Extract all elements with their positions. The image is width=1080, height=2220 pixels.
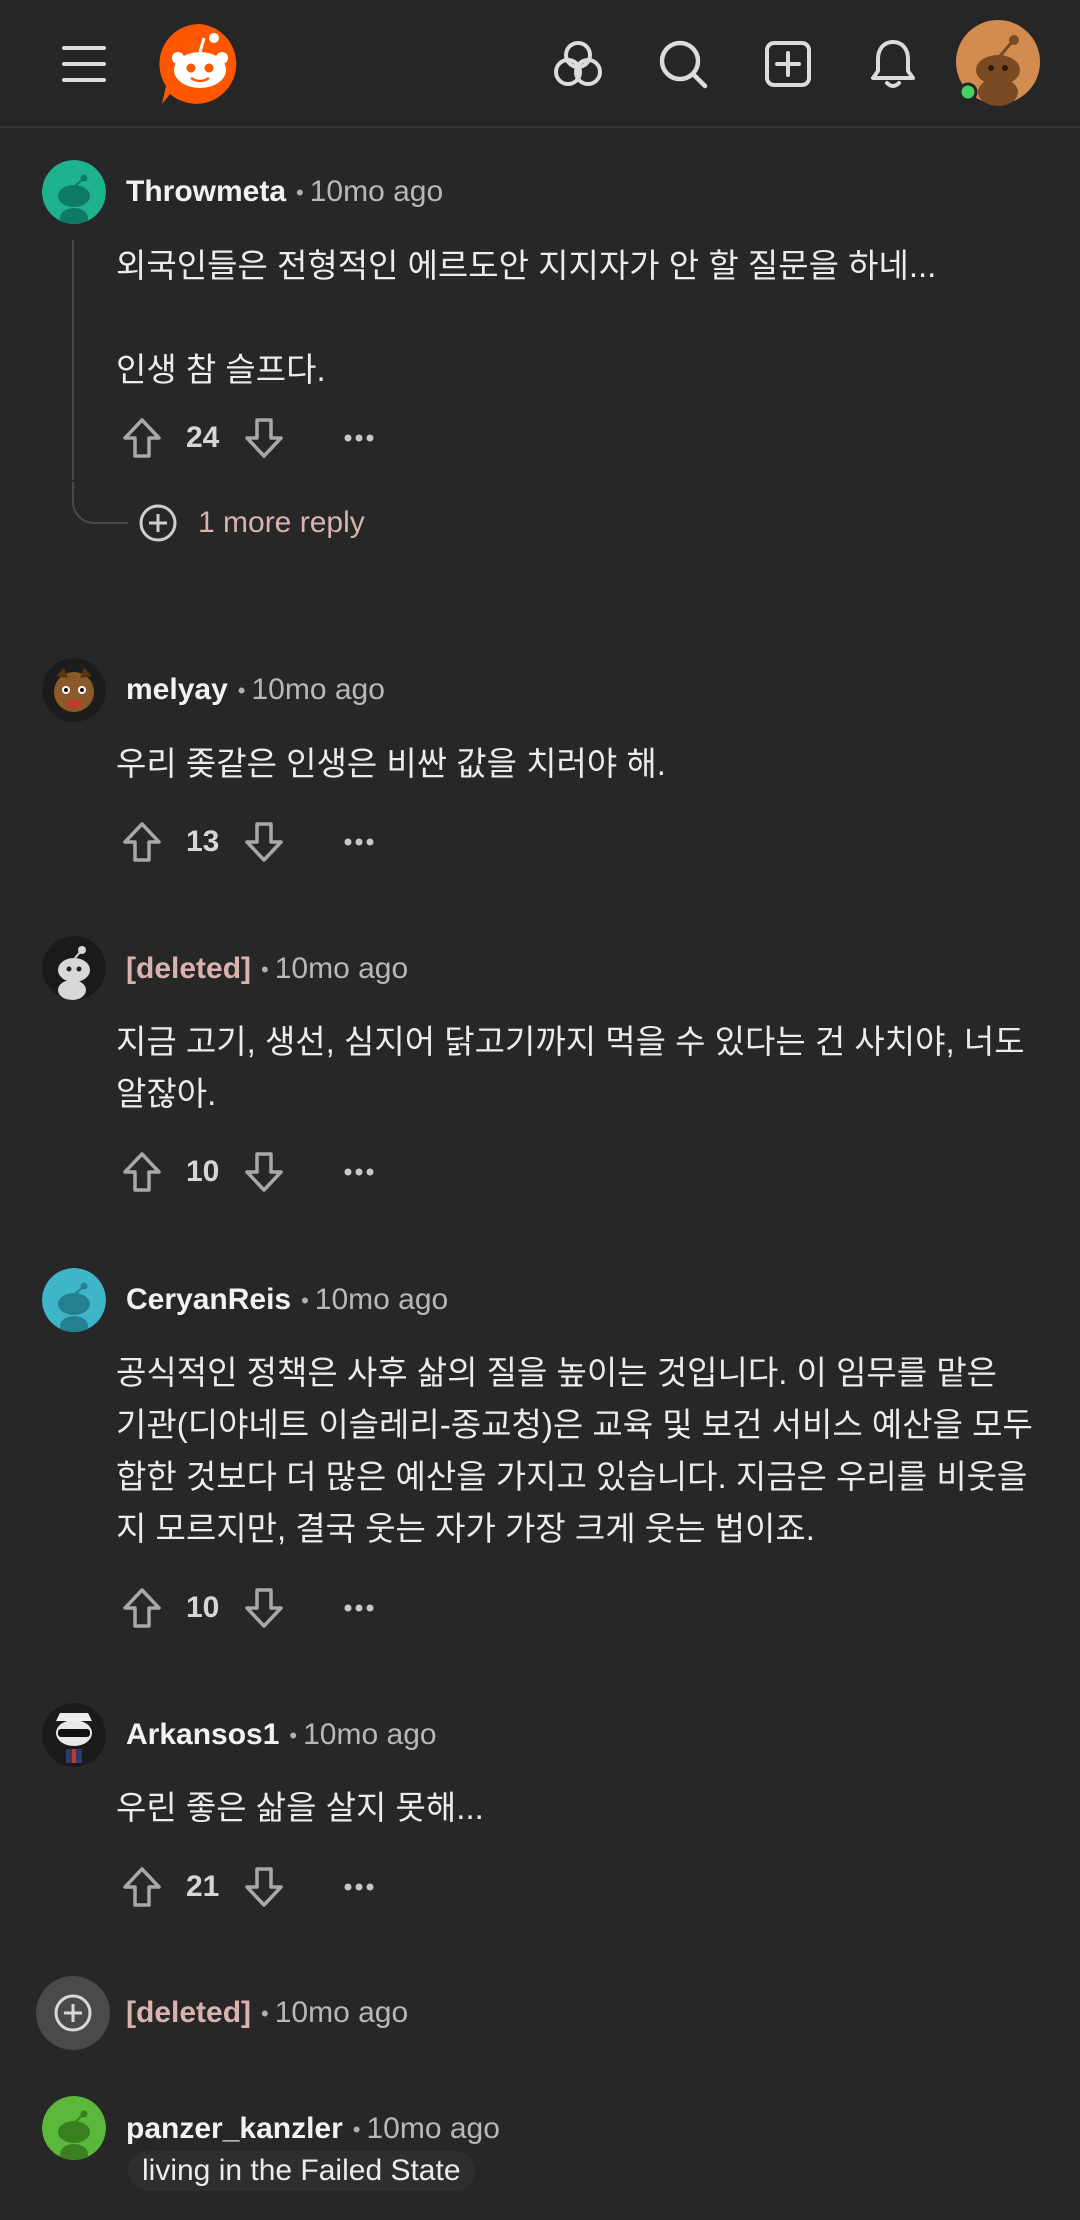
comment-author: [deleted] [126, 952, 252, 985]
downvote-icon[interactable] [244, 812, 294, 872]
upvote-icon[interactable] [122, 1142, 172, 1202]
avatar[interactable] [42, 1703, 106, 1767]
comment-time: 10mo ago [303, 1718, 437, 1751]
comment-time: 10mo ago [314, 1283, 449, 1316]
comment-time: 10mo ago [274, 952, 409, 985]
more-replies-button[interactable]: 1 more reply [138, 499, 365, 547]
comment-body: 우린 좋은 삶을 살지 못해... [116, 1789, 484, 1826]
avatar[interactable] [42, 1268, 106, 1332]
more-options-icon[interactable] [344, 408, 394, 468]
comment-author[interactable]: melyay [126, 673, 228, 706]
vote-score: 10 [186, 1155, 220, 1188]
bell-icon[interactable] [863, 34, 923, 94]
avatar[interactable] [42, 658, 106, 722]
comment-meta: Arkansos1 • 10mo ago [126, 1715, 437, 1756]
comment-actions: 10 [122, 1578, 422, 1638]
comment-actions: 13 [122, 812, 422, 872]
downvote-icon[interactable] [244, 1857, 294, 1917]
upvote-icon[interactable] [122, 812, 172, 872]
comment-meta: melyay • 10mo ago [126, 670, 385, 711]
separator-dot: • [301, 1288, 309, 1314]
comment-author: [deleted] [126, 1996, 252, 2029]
plus-circle-icon [54, 1994, 92, 2032]
comment-meta: [deleted] • 10mo ago [126, 949, 408, 990]
downvote-icon[interactable] [244, 1578, 294, 1638]
separator-dot: • [352, 2117, 361, 2143]
comment-author[interactable]: CeryanReis [126, 1283, 291, 1316]
more-options-icon[interactable] [344, 1857, 394, 1917]
comment-actions: 24 [122, 408, 422, 468]
expand-comment-button[interactable] [36, 1976, 110, 2050]
downvote-icon[interactable] [244, 1142, 294, 1202]
more-options-icon[interactable] [344, 812, 394, 872]
create-post-icon[interactable] [758, 34, 818, 94]
comment-body: 공식적인 정책은 사후 삶의 질을 높이는 것입니다. 이 임무를 맡은 기관(… [116, 1354, 1043, 1547]
comment-meta: panzer_kanzler • 10mo ago [126, 2109, 500, 2150]
upvote-icon[interactable] [122, 408, 172, 468]
upvote-icon[interactable] [122, 1857, 172, 1917]
profile-avatar[interactable] [954, 18, 1042, 106]
comment-time: 10mo ago [309, 175, 444, 208]
comment-actions: 10 [122, 1142, 422, 1202]
separator-dot: • [237, 678, 246, 704]
downvote-icon[interactable] [244, 408, 294, 468]
comment-author[interactable]: panzer_kanzler [126, 2112, 343, 2145]
more-options-icon[interactable] [344, 1142, 394, 1202]
hamburger-menu-icon[interactable] [54, 34, 114, 94]
thread-curve [72, 482, 128, 524]
more-replies-label[interactable]: 1 more reply [198, 506, 365, 540]
separator-dot: • [289, 1723, 298, 1749]
thread-line[interactable] [72, 240, 74, 480]
comment-body: 외국인들은 전형적인 에르도안 지지자가 안 할 질문을 하네... 인생 참 … [116, 247, 937, 388]
vote-score: 10 [186, 1591, 220, 1624]
comment-actions: 21 [122, 1857, 422, 1917]
search-icon[interactable] [653, 34, 713, 94]
separator-dot: • [296, 180, 304, 206]
comment-time: 10mo ago [274, 1996, 409, 2029]
comment-meta: CeryanReis • 10mo ago [126, 1280, 448, 1321]
avatar[interactable] [42, 936, 106, 1000]
upvote-icon[interactable] [122, 1578, 172, 1638]
separator-dot: • [261, 2001, 269, 2027]
user-flair: living in the Failed State [128, 2151, 475, 2191]
comment-author[interactable]: Throwmeta [126, 175, 286, 208]
avatar[interactable] [42, 2096, 106, 2160]
comment-meta: Throwmeta • 10mo ago [126, 172, 443, 213]
vote-score: 13 [186, 825, 220, 858]
vote-score: 21 [186, 1870, 220, 1903]
separator-dot: • [261, 957, 269, 983]
explore-icon[interactable] [548, 34, 608, 94]
comment-time: 10mo ago [366, 2112, 500, 2145]
top-bar [0, 0, 1080, 128]
comment-body: 지금 고기, 생선, 심지어 닭고기까지 먹을 수 있다는 건 사치야, 너도 … [116, 1023, 1034, 1112]
avatar[interactable] [42, 160, 106, 224]
reddit-logo-icon[interactable] [156, 20, 244, 108]
comment-body: 우리 좆같은 인생은 비싼 값을 치러야 해. [116, 745, 666, 782]
more-options-icon[interactable] [344, 1578, 394, 1638]
vote-score: 24 [186, 421, 220, 454]
comment-meta: [deleted] • 10mo ago [126, 1993, 408, 2034]
online-status-indicator [958, 82, 978, 102]
comment-author[interactable]: Arkansos1 [126, 1718, 279, 1751]
plus-circle-icon [139, 504, 177, 542]
comment-time: 10mo ago [251, 673, 385, 706]
